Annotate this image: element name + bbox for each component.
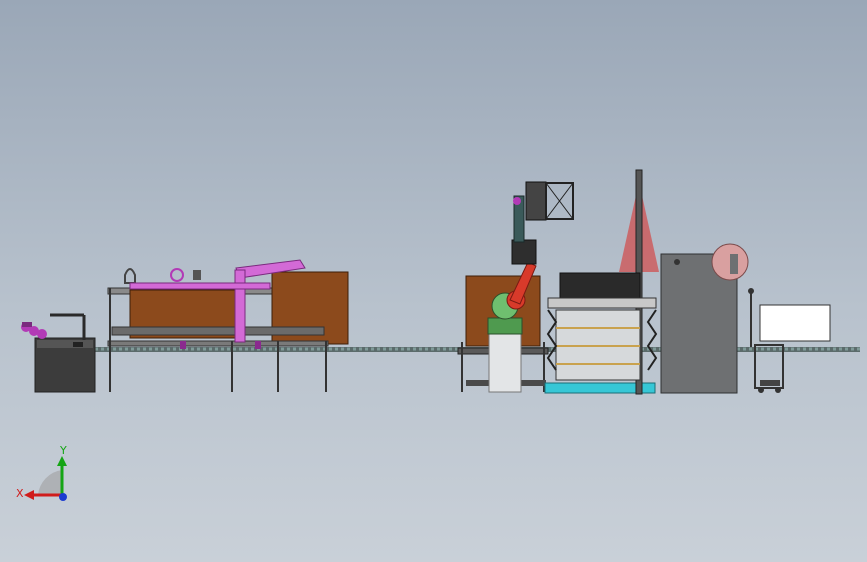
feeder-block [73, 342, 83, 347]
output-post-cap [748, 288, 754, 294]
feeder-top-plate [37, 340, 93, 348]
output-cart-wheel-2 [775, 387, 781, 393]
gantry-column [234, 269, 246, 343]
scissor-lift-right [646, 309, 658, 371]
robot-tool-joint [513, 197, 521, 205]
gripper-part-4 [22, 322, 32, 327]
inspection-tabletop [547, 297, 657, 309]
output-cart-wheel-1 [758, 387, 764, 393]
output-cart-base [760, 380, 780, 386]
station-1-bed [107, 340, 329, 347]
station-1[interactable] [107, 259, 349, 392]
triad-z-axis [59, 493, 67, 501]
cad-viewport[interactable]: Y X [0, 0, 867, 562]
robot-tool-head [525, 181, 547, 221]
valve-block [193, 270, 201, 280]
magenta-fitting [170, 268, 184, 282]
scissor-lift-left [546, 309, 558, 371]
gantry-foot-1 [180, 341, 186, 349]
control-cabinet[interactable] [660, 243, 749, 394]
robot-pedestal [488, 333, 522, 393]
cable-reel-mount [730, 254, 738, 274]
robot-base [487, 317, 523, 335]
cabinet-indicator [674, 259, 680, 265]
output-station[interactable] [748, 288, 831, 393]
assembly-scene[interactable]: Y X [0, 0, 867, 562]
triad-y-label: Y [59, 444, 67, 457]
gantry-foot-2 [255, 341, 261, 349]
gripper-part-3 [37, 329, 47, 339]
station-1-table [111, 326, 325, 336]
axis-triad-icon: Y X [16, 444, 67, 501]
output-panel [759, 304, 831, 342]
feeder-station[interactable] [21, 313, 96, 393]
hose-coil [124, 268, 136, 284]
triad-x-label: X [16, 487, 24, 500]
inspection-hood [559, 272, 641, 302]
triad-x-arrow [24, 490, 34, 500]
triad-y-arrow [57, 456, 67, 466]
inspection-station[interactable] [544, 169, 659, 395]
gantry-rail [129, 282, 271, 290]
gripper-tool[interactable] [21, 322, 47, 339]
triad-quadrant [38, 470, 62, 495]
robot-wrist [511, 239, 537, 265]
